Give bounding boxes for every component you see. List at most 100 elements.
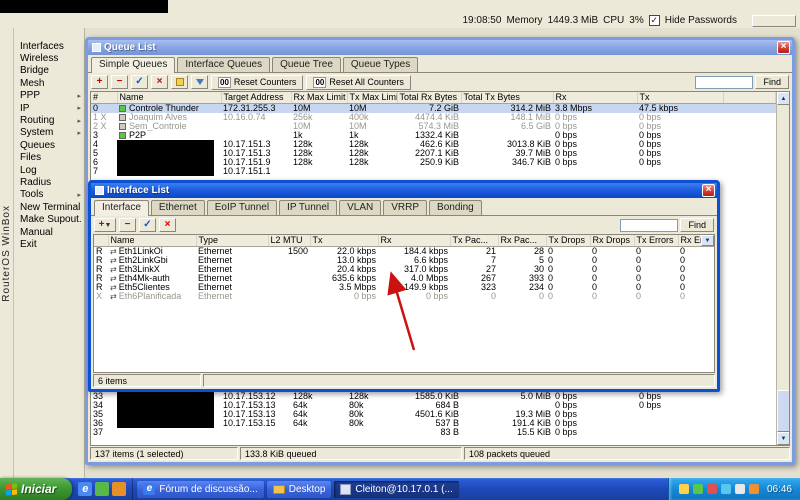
queue-list-titlebar[interactable]: Queue List × <box>88 40 792 55</box>
tab-interface-queues[interactable]: Interface Queues <box>177 57 271 72</box>
sidebar-item-ppp[interactable]: PPP ▸ <box>14 90 84 102</box>
tray-icon[interactable] <box>748 484 759 494</box>
tab-vlan[interactable]: VLAN <box>339 200 382 215</box>
tab-queue-tree[interactable]: Queue Tree <box>272 57 341 72</box>
find-input[interactable] <box>695 75 754 89</box>
interface-list-titlebar[interactable]: Interface List × <box>91 183 717 198</box>
queue-row[interactable]: 7 10.17.151.1 <box>91 166 776 176</box>
column-header-l2-mtu[interactable]: L2 MTU <box>268 235 311 247</box>
queue-row[interactable]: 0 Controle Thunder 172.31.255.3 10M 10M 7.2 G… <box>91 103 776 113</box>
tray-icon[interactable] <box>734 484 745 494</box>
ie-icon[interactable]: e <box>78 482 93 496</box>
queue-row[interactable]: 37 83 B 15.5 KiB 0 bps <box>91 428 776 437</box>
vertical-scrollbar[interactable]: ▲ ▼ <box>776 92 789 445</box>
queue-row[interactable]: 2 X Sem_Controle 10M 10M 574.3 MiB 6.5 GiB 0 b… <box>91 122 776 131</box>
tray-icon[interactable] <box>720 484 731 494</box>
quick-launch-icon[interactable] <box>112 482 127 496</box>
column-header-name[interactable]: Name <box>108 235 197 247</box>
taskbar-task-desktop[interactable]: Desktop <box>266 480 332 498</box>
sidebar-item-bridge[interactable]: Bridge <box>14 65 84 77</box>
column-header-rx[interactable]: Rx <box>378 235 451 247</box>
comment-button[interactable] <box>171 75 188 89</box>
column-select-icon[interactable]: ▼ <box>701 235 714 246</box>
topbar-button[interactable] <box>752 14 796 27</box>
start-button[interactable]: Iniciar <box>0 478 73 500</box>
hide-passwords-checkbox[interactable]: ✓ <box>648 15 660 26</box>
column-header-tx-errors[interactable]: Tx Errors <box>634 235 679 247</box>
find-button[interactable]: Find <box>680 218 714 232</box>
queue-row[interactable]: 4 10.17.151.3 128k 128k 462.6 KiB 3013.8 KiB 0… <box>91 139 776 149</box>
tab-vrrp[interactable]: VRRP <box>383 200 428 215</box>
queue-row[interactable]: 5 10.17.151.3 128k 128k 2207.1 KiB 39.7 MiB 0 … <box>91 148 776 158</box>
close-icon[interactable]: × <box>777 41 790 54</box>
tray-icon[interactable] <box>678 484 689 494</box>
column-header-tx-max-limit[interactable]: Tx Max Limit <box>347 92 398 104</box>
column-header-rx-drops[interactable]: Rx Drops <box>590 235 635 247</box>
queue-row[interactable]: 35 10.17.153.13 64k 80k 4501.6 KiB 19.3 MiB 0 … <box>91 409 776 419</box>
close-icon[interactable]: × <box>702 184 715 197</box>
queue-row[interactable]: 3 P2P 1k 1k 1332.4 KiB 0 bps 0 bps <box>91 131 776 140</box>
sidebar-item-queues[interactable]: Queues <box>14 139 84 151</box>
add-button[interactable]: + <box>91 75 108 89</box>
column-header-type[interactable]: Type <box>196 235 269 247</box>
sidebar-item-radius[interactable]: Radius <box>14 176 84 188</box>
sidebar-item-files[interactable]: Files <box>14 152 84 164</box>
find-input[interactable] <box>620 218 679 232</box>
column-header-target-address[interactable]: Target Address <box>221 92 292 104</box>
remove-button[interactable]: − <box>111 75 128 89</box>
queue-row[interactable]: 1 X Joaquim Alves 10.16.0.74 256k 400k 4474.4… <box>91 113 776 122</box>
scroll-down-icon[interactable]: ▼ <box>777 432 789 445</box>
tray-icon[interactable] <box>706 484 717 494</box>
column-header-name[interactable]: Name <box>117 92 222 104</box>
queue-row[interactable]: 33 10.17.153.12 128k 128k 1585.0 KiB 5.0 MiB 0… <box>91 391 776 401</box>
sidebar-item-make-supout-rif[interactable]: Make Supout.rif <box>14 213 84 225</box>
disable-button[interactable]: × <box>151 75 168 89</box>
interface-row[interactable]: R ⇄ Eth1LinkOi Ethernet 1500 22.0 kbps 184.4 k… <box>94 246 714 255</box>
tab-eoip-tunnel[interactable]: EoIP Tunnel <box>206 200 278 215</box>
tab-interface[interactable]: Interface <box>94 200 149 216</box>
taskbar-task-cleiton-10-17-0-1[interactable]: Cleiton@10.17.0.1 (... <box>334 480 459 498</box>
filter-button[interactable] <box>191 75 208 89</box>
tab-queue-types[interactable]: Queue Types <box>342 57 419 72</box>
reset-all-counters-button[interactable]: 00 Reset All Counters <box>306 74 411 90</box>
column-header-total-rx-bytes[interactable]: Total Rx Bytes <box>397 92 462 104</box>
column-header-flag[interactable] <box>94 235 109 247</box>
enable-button[interactable]: ✓ <box>131 75 148 89</box>
tab-bonding[interactable]: Bonding <box>429 200 482 215</box>
disable-button[interactable]: × <box>159 218 176 232</box>
sidebar-item-mesh[interactable]: Mesh <box>14 77 84 89</box>
sidebar-item-exit[interactable]: Exit <box>14 238 84 250</box>
add-dropdown-button[interactable]: +▼ <box>94 218 116 232</box>
column-header-tx-pac[interactable]: Tx Pac... <box>450 235 499 247</box>
find-button[interactable]: Find <box>755 75 789 89</box>
scroll-up-icon[interactable]: ▲ <box>777 92 789 105</box>
scrollbar-thumb[interactable] <box>777 390 789 432</box>
sidebar-item-tools[interactable]: Tools ▸ <box>14 189 84 201</box>
tray-icon[interactable] <box>692 484 703 494</box>
queue-row[interactable]: 36 10.17.153.15 64k 80k 537 B 191.4 KiB 0 bps <box>91 418 776 428</box>
sidebar-item-manual[interactable]: Manual <box>14 226 84 238</box>
sidebar-item-ip[interactable]: IP ▸ <box>14 102 84 114</box>
column-header-tx-drops[interactable]: Tx Drops <box>546 235 591 247</box>
interface-row[interactable]: R ⇄ Eth2LinkGbi Ethernet 13.0 kbps 6.6 kbps 7 5… <box>94 256 714 265</box>
column-header-tx[interactable]: Tx <box>310 235 379 247</box>
column-header-tx[interactable]: Tx <box>637 92 724 104</box>
interface-row[interactable]: X ⇄ Eth6Planificada Ethernet 0 bps 0 bps 0 0 0 0 0… <box>94 292 714 301</box>
remove-button[interactable]: − <box>119 218 136 232</box>
sidebar-item-new-terminal[interactable]: New Terminal <box>14 201 84 213</box>
quick-launch-icon[interactable] <box>95 482 110 496</box>
sidebar-item-routing[interactable]: Routing ▸ <box>14 114 84 126</box>
sidebar-item-system[interactable]: System ▸ <box>14 127 84 139</box>
sidebar-item-wireless[interactable]: Wireless <box>14 52 84 64</box>
sidebar-item-interfaces[interactable]: Interfaces <box>14 40 84 52</box>
queue-row[interactable]: 34 10.17.153.13 64k 80k 684 B 0 bps 0 bps <box>91 400 776 410</box>
tab-ip-tunnel[interactable]: IP Tunnel <box>279 200 338 215</box>
tab-simple-queues[interactable]: Simple Queues <box>91 57 176 73</box>
sidebar-item-log[interactable]: Log <box>14 164 84 176</box>
column-header-rx[interactable]: Rx <box>553 92 638 104</box>
taskbar-task-f-rum-de-discuss-o[interactable]: e Fórum de discussão... <box>137 480 264 498</box>
column-header-rx-pac[interactable]: Rx Pac... <box>498 235 547 247</box>
interface-row[interactable]: R ⇄ Eth5Clientes Ethernet 3.5 Mbps 149.9 kbps… <box>94 283 714 292</box>
tab-ethernet[interactable]: Ethernet <box>150 200 205 215</box>
interface-row[interactable]: R ⇄ Eth3LinkX Ethernet 20.4 kbps 317.0 kbps 27… <box>94 265 714 274</box>
